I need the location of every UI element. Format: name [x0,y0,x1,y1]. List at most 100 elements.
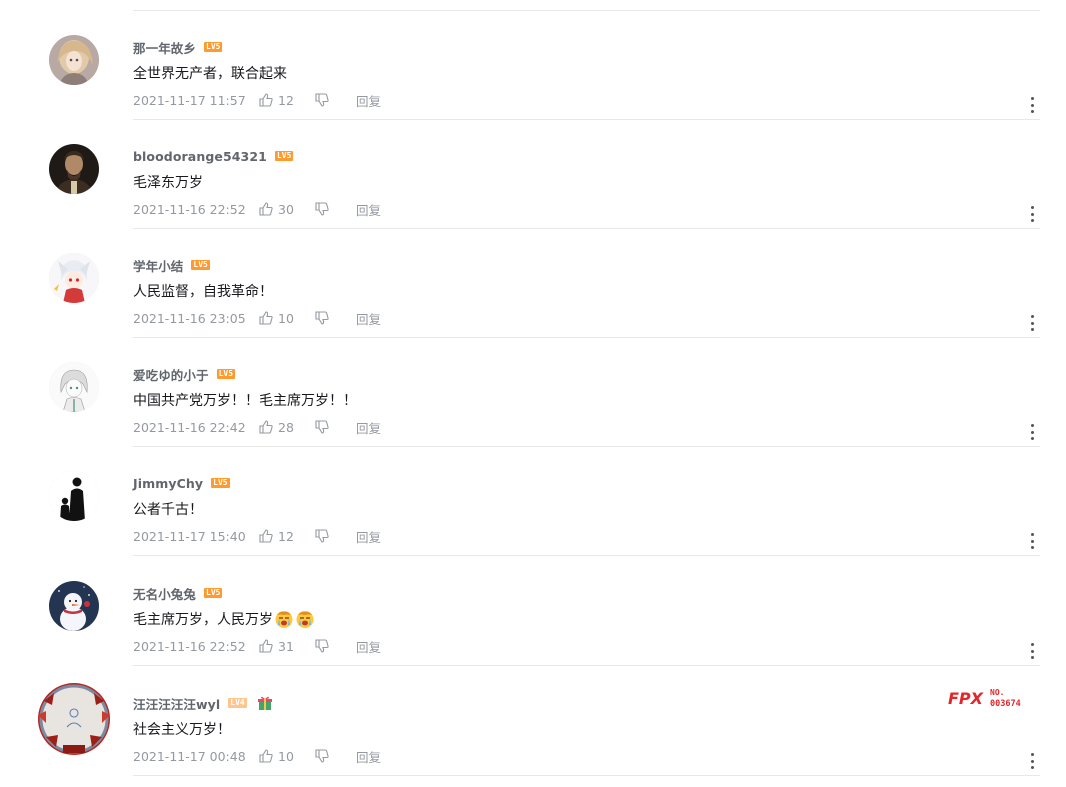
thumbs-up-icon [259,311,273,325]
comment-text-content: 公者千古！ [133,502,203,518]
comment-text-content: 毛主席万岁，人民万岁 [133,612,273,628]
more-options-icon[interactable] [1026,206,1038,222]
more-options-icon[interactable] [1026,643,1038,659]
user-avatar[interactable] [49,581,99,631]
reply-button[interactable]: 回复 [356,637,381,656]
comment-text: 毛泽东万岁 [133,172,203,192]
comment-time: 2021-11-16 22:52 [133,201,246,217]
crying-emoji-icon [275,611,293,628]
dislike-button[interactable] [314,92,356,108]
framed-avatar-icon [38,683,110,755]
comment-list: 那一年故乡 LV5 全世界无产者，联合起来 2021-11-17 11:57 1… [0,0,1066,787]
comment-item: 学年小结 LV5 人民监督，自我革命！ 2021-11-16 23:05 10 … [0,229,1066,338]
snowman-avatar-icon [49,581,99,631]
level-badge: LV4 [228,698,247,708]
reply-button[interactable]: 回复 [356,747,381,766]
username[interactable]: JimmyChy [133,476,203,491]
dislike-button[interactable] [314,419,356,435]
comment-divider [133,665,1040,666]
user-avatar[interactable] [49,144,99,194]
thumbs-down-icon [315,529,329,543]
fan-badge-number: 003674 [990,699,1021,709]
username[interactable]: 无名小兔兔 [133,584,196,603]
comment-divider [133,555,1040,556]
reply-button[interactable]: 回复 [356,309,381,328]
like-count: 31 [278,638,294,654]
user-avatar[interactable] [49,35,99,85]
like-button[interactable]: 12 [258,92,314,108]
dislike-button[interactable] [314,748,356,764]
more-options-icon[interactable] [1026,753,1038,769]
thumbs-down-icon [315,202,329,216]
dislike-button[interactable] [314,528,356,544]
gift-icon [257,696,272,710]
portrait-avatar-icon [49,144,99,194]
comment-text-content: 全世界无产者，联合起来 [133,66,287,82]
like-count: 30 [278,201,294,217]
comment-divider [133,775,1040,776]
user-avatar[interactable] [36,681,112,757]
level-badge: LV5 [204,588,223,598]
user-avatar[interactable] [49,253,99,303]
dislike-button[interactable] [314,310,356,326]
comment-time: 2021-11-17 11:57 [133,92,246,108]
more-options-icon[interactable] [1026,97,1038,113]
thumbs-down-icon [315,639,329,653]
dislike-button[interactable] [314,201,356,217]
comment-text: 中国共产党万岁！！毛主席万岁！！ [133,390,357,410]
silhouette-avatar-icon [49,471,99,521]
thumbs-down-icon [315,749,329,763]
thumbs-down-icon [315,311,329,325]
level-badge: LV5 [211,478,230,488]
level-badge: LV5 [274,151,294,161]
comment-text: 人民监督，自我革命！ [133,281,273,301]
comment-text-content: 毛泽东万岁 [133,175,203,191]
reply-button[interactable]: 回复 [356,200,381,219]
like-button[interactable]: 31 [258,638,314,654]
thumbs-up-icon [259,202,273,216]
username[interactable]: 那一年故乡 [133,38,196,57]
anime-girl-avatar-icon [49,35,99,85]
comment-item: 无名小兔兔 LV5 毛主席万岁，人民万岁 2021-11-16 22:52 31… [0,557,1066,666]
thumbs-down-icon [315,420,329,434]
comment-text: 毛主席万岁，人民万岁 [133,609,315,629]
like-button[interactable]: 10 [258,310,314,326]
comment-text: 全世界无产者，联合起来 [133,63,287,83]
crying-emoji-icon [296,611,314,628]
comment-time: 2021-11-16 23:05 [133,310,246,326]
thumbs-up-icon [259,420,273,434]
like-button[interactable]: 12 [258,528,314,544]
user-avatar[interactable] [49,362,99,412]
username[interactable]: 汪汪汪汪汪wyl [133,694,220,713]
comment-text: 社会主义万岁！ [133,719,231,739]
comment-item: 爱吃ゆ的小于 LV5 中国共产党万岁！！毛主席万岁！！ 2021-11-16 2… [0,338,1066,447]
level-badge: LV5 [191,260,210,270]
user-avatar[interactable] [49,471,99,521]
like-button[interactable]: 28 [258,419,314,435]
dislike-button[interactable] [314,638,356,654]
reply-button[interactable]: 回复 [356,418,381,437]
more-options-icon[interactable] [1026,424,1038,440]
sketch-character-avatar-icon [49,362,99,412]
fan-badge-label: NO. [990,688,1004,697]
like-button[interactable]: 30 [258,201,314,217]
thumbs-up-icon [259,93,273,107]
comment-text-content: 人民监督，自我革命！ [133,284,273,300]
like-button[interactable]: 10 [258,748,314,764]
like-count: 10 [278,748,294,764]
username[interactable]: bloodorange54321 [133,149,267,164]
reply-button[interactable]: 回复 [356,527,381,546]
thumbs-up-icon [259,529,273,543]
more-options-icon[interactable] [1026,315,1038,331]
comment-item: 汪汪汪汪汪wyl LV4 社会主义万岁！ 2021-11-17 00:48 10… [0,667,1066,776]
thumbs-up-icon [259,749,273,763]
comment-time: 2021-11-17 15:40 [133,528,246,544]
comment-text: 公者千古！ [133,499,203,519]
comment-time: 2021-11-16 22:52 [133,638,246,654]
reply-button[interactable]: 回复 [356,91,381,110]
username[interactable]: 学年小结 [133,256,183,275]
comment-item: 那一年故乡 LV5 全世界无产者，联合起来 2021-11-17 11:57 1… [0,11,1066,120]
comment-time: 2021-11-17 00:48 [133,748,246,764]
username[interactable]: 爱吃ゆ的小于 [133,365,209,384]
more-options-icon[interactable] [1026,533,1038,549]
